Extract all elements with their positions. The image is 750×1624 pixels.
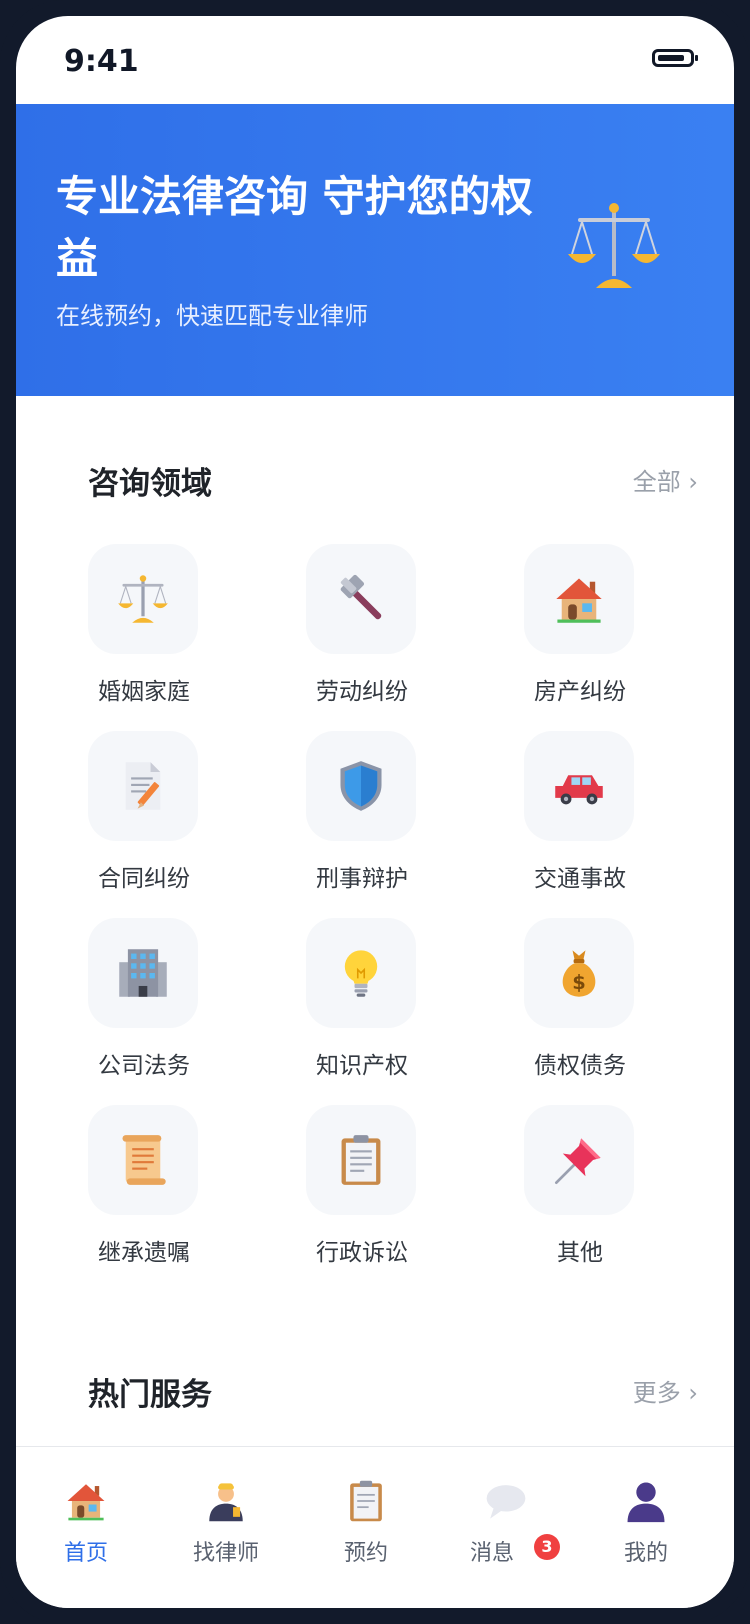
category-icon-box — [88, 918, 198, 1028]
unread-badge: 3 — [534, 1534, 560, 1560]
chat-bubble-icon — [486, 1485, 526, 1519]
tab-home[interactable]: 首页 — [16, 1475, 156, 1575]
home-icon — [67, 1484, 105, 1521]
category-item[interactable]: 刑事辩护 — [262, 731, 462, 901]
battery-fill — [658, 55, 684, 61]
category-icon-box — [524, 731, 634, 841]
money-bag-icon: $ — [562, 950, 596, 997]
category-icon-box — [524, 1105, 634, 1215]
clipboard-icon — [350, 1480, 382, 1522]
category-icon-box — [88, 1105, 198, 1215]
category-icon-box — [88, 544, 198, 654]
category-label: 婚姻家庭 — [98, 679, 190, 705]
clipboard-icon — [341, 1135, 381, 1185]
hammer-icon — [340, 574, 382, 620]
app-screen: 9:41 专业法律咨询 守护您的权益 在线预约，快速匹配专业律师 咨询领域 全部… — [16, 16, 734, 1608]
house-icon — [556, 578, 602, 623]
view-all-label: 全部 — [632, 468, 681, 496]
view-all-link[interactable]: 全部 › — [633, 462, 698, 497]
category-icon-box — [306, 731, 416, 841]
status-time: 9:41 — [64, 44, 139, 79]
tab-messages[interactable]: 消息 3 — [436, 1475, 576, 1575]
category-item[interactable]: 交通事故 — [480, 731, 680, 901]
tab-bar: 首页 找律师 预约 消息 3 我的 — [16, 1446, 734, 1608]
contract-icon — [125, 762, 161, 810]
category-label: 公司法务 — [98, 1053, 190, 1079]
category-icon-box — [88, 731, 198, 841]
category-label: 房产纠纷 — [534, 679, 626, 705]
hero-title: 专业法律咨询 守护您的权益 — [56, 172, 533, 283]
status-bar: 9:41 — [16, 16, 734, 104]
category-label: 劳动纠纷 — [316, 679, 408, 705]
category-item[interactable]: 知识产权 — [262, 918, 462, 1088]
category-label: 其他 — [557, 1240, 603, 1266]
phone-frame: 9:41 专业法律咨询 守护您的权益 在线预约，快速匹配专业律师 咨询领域 全部… — [0, 0, 750, 1624]
tab-appointment[interactable]: 预约 — [296, 1475, 436, 1575]
category-item[interactable]: $ 债权债务 — [480, 918, 680, 1088]
category-item[interactable]: 其他 — [480, 1105, 680, 1275]
car-icon — [555, 775, 603, 805]
category-item[interactable]: 房产纠纷 — [480, 544, 680, 714]
category-item[interactable]: 公司法务 — [44, 918, 244, 1088]
scale-icon — [118, 575, 168, 623]
category-item[interactable]: 婚姻家庭 — [44, 544, 244, 714]
tab-label: 首页 — [63, 1541, 108, 1566]
tab-find-lawyer[interactable]: 找律师 — [156, 1475, 296, 1575]
category-icon-box — [306, 1105, 416, 1215]
hero-subtitle: 在线预约，快速匹配专业律师 — [56, 302, 368, 330]
user-icon — [627, 1482, 665, 1523]
category-item[interactable]: 行政诉讼 — [262, 1105, 462, 1275]
category-icon-box — [306, 918, 416, 1028]
consult-section-title: 咨询领域 — [88, 466, 212, 502]
category-label: 刑事辩护 — [316, 866, 408, 892]
hot-section-title: 热门服务 — [88, 1377, 212, 1413]
tab-label: 找律师 — [192, 1541, 259, 1566]
category-item[interactable]: 劳动纠纷 — [262, 544, 462, 714]
category-label: 知识产权 — [316, 1053, 408, 1079]
lawyer-icon — [209, 1483, 243, 1522]
shield-icon — [340, 761, 382, 811]
category-icon-box — [524, 544, 634, 654]
category-icon-box — [306, 544, 416, 654]
category-label: 行政诉讼 — [316, 1240, 408, 1266]
category-item[interactable]: 合同纠纷 — [44, 731, 244, 901]
tab-label: 我的 — [623, 1541, 668, 1566]
tab-profile[interactable]: 我的 — [576, 1475, 716, 1575]
pin-icon — [554, 1138, 601, 1185]
category-item[interactable]: 继承遗嘱 — [44, 1105, 244, 1275]
lightbulb-icon — [344, 950, 378, 997]
category-label: 债权债务 — [534, 1053, 626, 1079]
hero-banner[interactable]: 专业法律咨询 守护您的权益 在线预约，快速匹配专业律师 — [16, 104, 734, 396]
category-icon-box: $ — [524, 918, 634, 1028]
svg-text:$: $ — [572, 971, 586, 994]
battery-icon — [652, 49, 698, 67]
building-icon — [119, 949, 167, 997]
scale-icon — [568, 203, 660, 288]
category-label: 交通事故 — [534, 866, 626, 892]
category-label: 合同纠纷 — [98, 866, 190, 892]
category-label: 继承遗嘱 — [98, 1240, 190, 1266]
tab-label: 预约 — [343, 1541, 388, 1566]
scroll-icon — [122, 1135, 166, 1185]
view-more-label: 更多 — [632, 1379, 681, 1407]
view-more-link[interactable]: 更多 › — [633, 1373, 698, 1408]
